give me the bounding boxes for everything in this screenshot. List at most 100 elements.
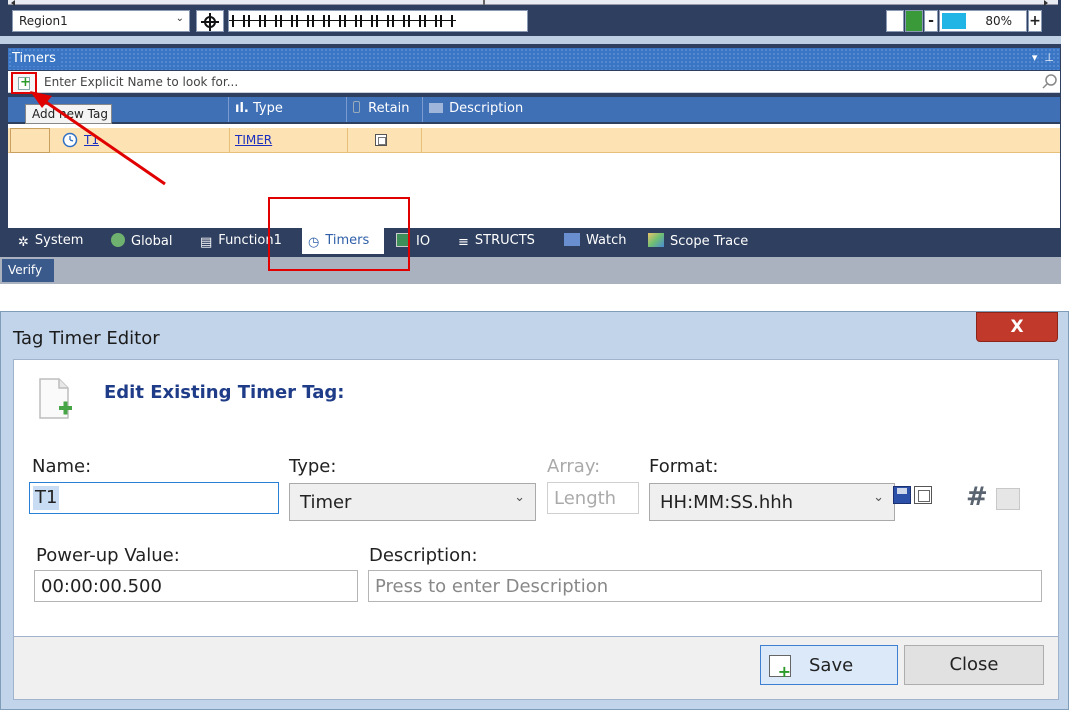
add-new-tag-button[interactable] <box>11 72 37 94</box>
ladder-instruction-palette <box>228 10 528 32</box>
name-field[interactable]: T1 <box>29 482 279 514</box>
coil-p-icon[interactable] <box>405 15 424 27</box>
type-select-value: Timer <box>300 492 352 513</box>
tab-scope-trace[interactable]: Scope Trace <box>648 228 748 254</box>
array-length-field[interactable] <box>547 482 639 514</box>
coil-n-icon[interactable] <box>421 15 440 27</box>
type-label: Type: <box>289 456 337 477</box>
annotation-highlight-box <box>268 197 410 271</box>
watch-icon <box>564 233 580 246</box>
contact-no-icon[interactable] <box>229 15 248 27</box>
zoom-search-icon[interactable] <box>886 10 904 32</box>
tab-watch-label: Watch <box>586 233 627 248</box>
status-bar: Verify <box>0 257 1061 284</box>
coil-reset-icon[interactable] <box>373 15 392 27</box>
column-header-retain-label: Retain <box>368 101 410 116</box>
tab-watch[interactable]: Watch <box>564 228 626 254</box>
chevron-down-icon: ⌄ <box>175 13 184 24</box>
crosshair-icon <box>201 13 219 31</box>
tag-search-input[interactable] <box>44 74 1024 90</box>
zoom-level-slider[interactable]: 80% <box>939 10 1027 32</box>
tab-system-label: System <box>34 233 84 248</box>
contact-pn-icon[interactable] <box>293 15 312 27</box>
format-select-value: HH:MM:SS.hhh <box>660 492 794 513</box>
region-select[interactable]: Region1 ⌄ <box>12 10 190 32</box>
coil-set-icon[interactable] <box>357 15 376 27</box>
coil-x-icon[interactable] <box>389 15 408 27</box>
contact-nc-icon[interactable] <box>245 15 264 27</box>
contact-np-icon[interactable] <box>309 15 328 27</box>
name-field-value: T1 <box>33 486 60 510</box>
zoom-level-text: 80% <box>985 14 1012 28</box>
tab-scope-trace-label: Scope Trace <box>670 234 749 249</box>
target-button[interactable] <box>196 10 224 32</box>
hash-icon: # <box>966 482 988 512</box>
coil-icon[interactable] <box>325 15 344 27</box>
verify-button[interactable]: Verify <box>2 259 54 282</box>
horizontal-scrollbar[interactable] <box>8 0 1058 6</box>
coil-r-icon[interactable] <box>437 15 456 27</box>
format-select[interactable]: HH:MM:SS.hhh ⌄ <box>649 483 895 521</box>
scroll-thumb[interactable] <box>483 0 485 5</box>
zoom-fit-icon[interactable] <box>905 10 923 32</box>
panel-menu-icon[interactable]: ▾ ⊥ <box>1032 51 1054 64</box>
clock-icon <box>62 132 78 148</box>
close-button[interactable]: Close <box>904 645 1044 685</box>
powerup-input[interactable] <box>35 571 357 601</box>
column-header-description-label: Description <box>449 101 524 116</box>
description-field[interactable] <box>368 570 1042 602</box>
add-new-tag-tooltip: Add new Tag <box>25 104 112 124</box>
tab-structs[interactable]: ≡ STRUCTS <box>458 228 535 254</box>
powerup-field[interactable] <box>34 570 358 602</box>
save-button-label: Save <box>809 655 854 676</box>
column-header-type[interactable]: ıl. Type <box>229 97 347 122</box>
tab-system[interactable]: ✲ System <box>18 228 83 254</box>
tab-io-label: IO <box>416 234 431 249</box>
chevron-down-icon: ⌄ <box>873 490 884 505</box>
retain-checkbox[interactable] <box>375 134 387 146</box>
type-select[interactable]: Timer ⌄ <box>289 483 536 521</box>
panel-separator <box>0 36 1061 44</box>
column-header-retain[interactable]: Retain <box>347 97 423 122</box>
name-label: Name: <box>32 456 92 477</box>
bottom-tab-bar: ✲ System Global ▤ Function1 ◷ Timers IO ≡ ST… <box>8 228 1060 254</box>
tag-name-link[interactable]: T1 <box>84 133 99 147</box>
add-tag-icon <box>18 75 31 90</box>
save-icon <box>769 655 791 681</box>
table-row[interactable]: T1 TIMER <box>8 128 1060 153</box>
save-format-icon[interactable] <box>893 486 911 504</box>
description-input[interactable] <box>369 571 1041 601</box>
tag-grid-header: ıl. Type Retain Description <box>8 97 1060 122</box>
column-header-description[interactable]: Description <box>423 97 1060 122</box>
timers-panel-title: Timers <box>12 51 60 66</box>
zoom-controls: - 80% + <box>886 10 1046 32</box>
tag-type-link[interactable]: TIMER <box>235 133 272 147</box>
dialog-close-button[interactable]: X <box>976 312 1058 342</box>
dialog-title: Tag Timer Editor <box>13 328 160 349</box>
region-select-value: Region1 <box>19 14 68 28</box>
cell-divider <box>229 128 230 153</box>
bar-chart-icon: ıl. <box>235 101 249 116</box>
coil-negated-icon[interactable] <box>341 15 360 27</box>
array-length-input[interactable] <box>548 483 638 513</box>
film-icon: ▤ <box>200 235 213 250</box>
tag-timer-editor-dialog: Tag Timer Editor X Edit Existing Timer T… <box>0 311 1069 710</box>
cell-divider <box>347 128 348 153</box>
hex-display-checkbox[interactable] <box>996 488 1020 510</box>
ide-panel: Region1 ⌄ - 80% + Timers ▾ ⊥ + Enter Exp… <box>0 0 1061 284</box>
tab-global[interactable]: Global <box>111 228 172 254</box>
save-button[interactable]: Save <box>760 645 898 685</box>
format-default-checkbox[interactable] <box>914 486 932 504</box>
contact-n-icon[interactable] <box>277 15 296 27</box>
search-icon[interactable] <box>1042 73 1058 89</box>
tab-global-label: Global <box>131 234 173 249</box>
ladder-toolbar: Region1 ⌄ - 80% + <box>8 6 1058 36</box>
row-selector[interactable] <box>10 128 50 153</box>
cell-divider <box>421 128 422 153</box>
zoom-in-button[interactable]: + <box>1028 10 1042 32</box>
powerup-label: Power-up Value: <box>36 545 180 566</box>
contact-p-icon[interactable] <box>261 15 280 27</box>
zoom-out-button[interactable]: - <box>924 10 938 32</box>
timers-panel-header: Timers ▾ ⊥ <box>8 48 1060 70</box>
scope-icon <box>648 233 664 247</box>
